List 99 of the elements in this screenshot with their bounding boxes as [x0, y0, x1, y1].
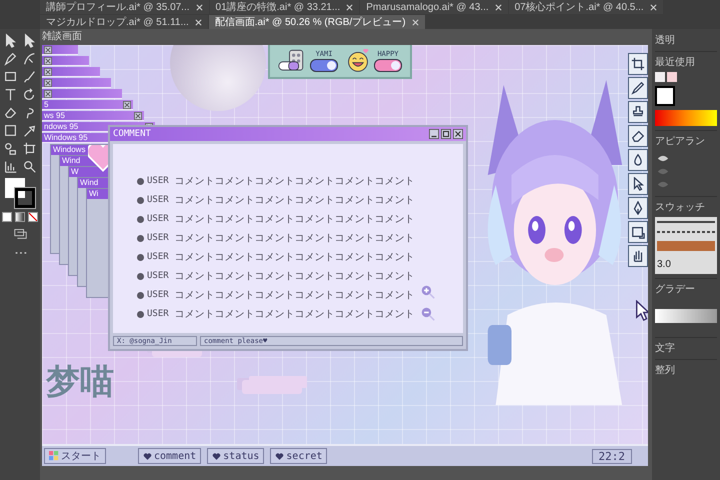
eraser-icon[interactable]: [3, 105, 18, 120]
comment-user: USER: [147, 290, 169, 300]
panel-title[interactable]: グラデー: [655, 282, 717, 296]
screen-mode-icon[interactable]: [12, 226, 28, 241]
taskbar-button[interactable]: secret: [270, 448, 328, 464]
close-icon: [44, 90, 52, 98]
bullet-icon: [137, 254, 144, 260]
bullet-icon: [137, 292, 144, 298]
hand-icon: [631, 249, 645, 263]
panel-title[interactable]: 文字: [655, 341, 717, 355]
graph-icon[interactable]: [3, 159, 18, 174]
cursor-icon: [631, 177, 645, 191]
none-mode-icon[interactable]: [28, 212, 38, 222]
window-title: 5: [44, 100, 48, 109]
eye-icon[interactable]: [657, 155, 669, 162]
minimize-icon[interactable]: [429, 129, 439, 139]
zoom-icon[interactable]: [22, 159, 37, 174]
clock: 22:2: [592, 448, 632, 464]
comment-text: コメントコメントコメントコメントコメントコメント: [174, 251, 415, 264]
document-tab[interactable]: 講師プロフィール.ai* @ 35.07...: [40, 0, 209, 14]
comment-user: USER: [147, 233, 169, 243]
heart-icon: [212, 452, 222, 460]
comment-user: USER: [147, 252, 169, 262]
close-icon: [44, 56, 52, 64]
stroke-weight: 3.0: [657, 259, 672, 270]
gradient-mode-icon[interactable]: [15, 212, 25, 222]
comment-text: コメントコメントコメントコメントコメントコメント: [174, 194, 415, 207]
panel-title[interactable]: アピアラン: [655, 134, 717, 148]
eraser-icon: [631, 129, 645, 143]
artboard-name: 雑談画面: [42, 30, 83, 44]
color-swatch[interactable]: [667, 72, 677, 82]
comment-text: コメントコメントコメントコメントコメントコメント: [174, 308, 415, 321]
blend-icon[interactable]: [3, 141, 18, 156]
bullet-icon: [137, 234, 144, 242]
heart-icon: [143, 452, 152, 460]
laughing-face-icon: [346, 49, 370, 73]
comment-user: USER: [147, 214, 169, 224]
brush-icon[interactable]: [22, 69, 37, 84]
document-tab[interactable]: 07核心ポイント.ai* @ 40.5...: [508, 0, 663, 14]
window-title: ws 95: [44, 111, 65, 120]
zoom-in-icon[interactable]: [420, 285, 435, 299]
comment-text: コメントコメントコメントコメントコメントコメント: [174, 232, 415, 245]
document-tab[interactable]: マジカルドロップ.ai* @ 51.11...: [40, 15, 208, 29]
pen-icon[interactable]: [3, 51, 18, 66]
comment-user: USER: [147, 309, 169, 319]
close-icon: [44, 46, 52, 54]
taskbar-button[interactable]: status: [207, 448, 264, 464]
close-icon: [134, 112, 142, 120]
comment-text: コメントコメントコメントコメントコメントコメント: [174, 289, 415, 302]
heart-icon: [275, 452, 284, 460]
close-icon: [123, 100, 131, 108]
document-tab[interactable]: 01講座の特徴.ai* @ 33.21...: [210, 0, 360, 14]
close-icon: [44, 68, 52, 76]
logo-text: 梦喵: [46, 363, 114, 401]
comment-text: コメントコメントコメントコメントコメントコメント: [174, 213, 415, 226]
taskbar-button[interactable]: comment: [138, 448, 202, 464]
close-icon[interactable]: [453, 129, 463, 139]
type-icon[interactable]: [3, 87, 18, 102]
color-spectrum[interactable]: [655, 110, 717, 126]
panel-title[interactable]: 整列: [655, 363, 717, 377]
color-mode-icon[interactable]: [2, 212, 12, 222]
rotate-icon[interactable]: [22, 87, 37, 102]
panel-tab[interactable]: 透明: [655, 33, 717, 47]
toggle-switch[interactable]: [374, 59, 402, 72]
pen-nib-icon: [631, 201, 645, 215]
document-tab[interactable]: Pmarusamalogo.ai* @ 43...: [360, 0, 508, 14]
crop-icon: [631, 57, 645, 71]
fill-stroke-icon[interactable]: [5, 178, 35, 208]
window-title: Windows 95: [44, 133, 88, 142]
close-icon: [44, 78, 52, 86]
panel-title[interactable]: 最近使用: [655, 55, 717, 69]
pill-icon: [278, 49, 306, 73]
stroke-sample[interactable]: [657, 231, 715, 233]
document-tab[interactable]: 配信画面.ai* @ 50.26 % (RGB/プレビュー): [208, 15, 425, 29]
comment-user: USER: [147, 176, 169, 186]
direct-selection-icon[interactable]: [22, 33, 37, 48]
selection-arrow-icon[interactable]: [3, 33, 18, 48]
stamp-icon: [631, 105, 645, 119]
gradient-preview[interactable]: [655, 309, 717, 323]
color-swatch[interactable]: [655, 72, 665, 82]
toggle-switch[interactable]: [310, 59, 338, 72]
window-title: COMMENT: [113, 129, 151, 139]
bullet-icon: [137, 178, 144, 184]
rectangle-icon[interactable]: [3, 69, 18, 84]
window-logo-icon: [49, 451, 59, 461]
comment-text: コメントコメントコメントコメントコメントコメント: [174, 270, 415, 283]
maximize-icon[interactable]: [441, 129, 451, 139]
bullet-icon: [137, 196, 144, 204]
panel-title[interactable]: スウォッチ: [655, 200, 717, 214]
pen-icon: [631, 81, 645, 95]
comment-user: USER: [147, 271, 169, 281]
fill-stroke-icon[interactable]: [655, 86, 675, 106]
bullet-icon: [137, 216, 144, 222]
window-title: ndows 95: [44, 122, 78, 131]
bullet-icon: [137, 310, 144, 318]
bullet-icon: [137, 272, 144, 280]
cursor-icon: [636, 300, 648, 322]
comment-text: コメントコメントコメントコメントコメントコメント: [174, 175, 415, 188]
start-button[interactable]: スタート: [44, 448, 106, 464]
